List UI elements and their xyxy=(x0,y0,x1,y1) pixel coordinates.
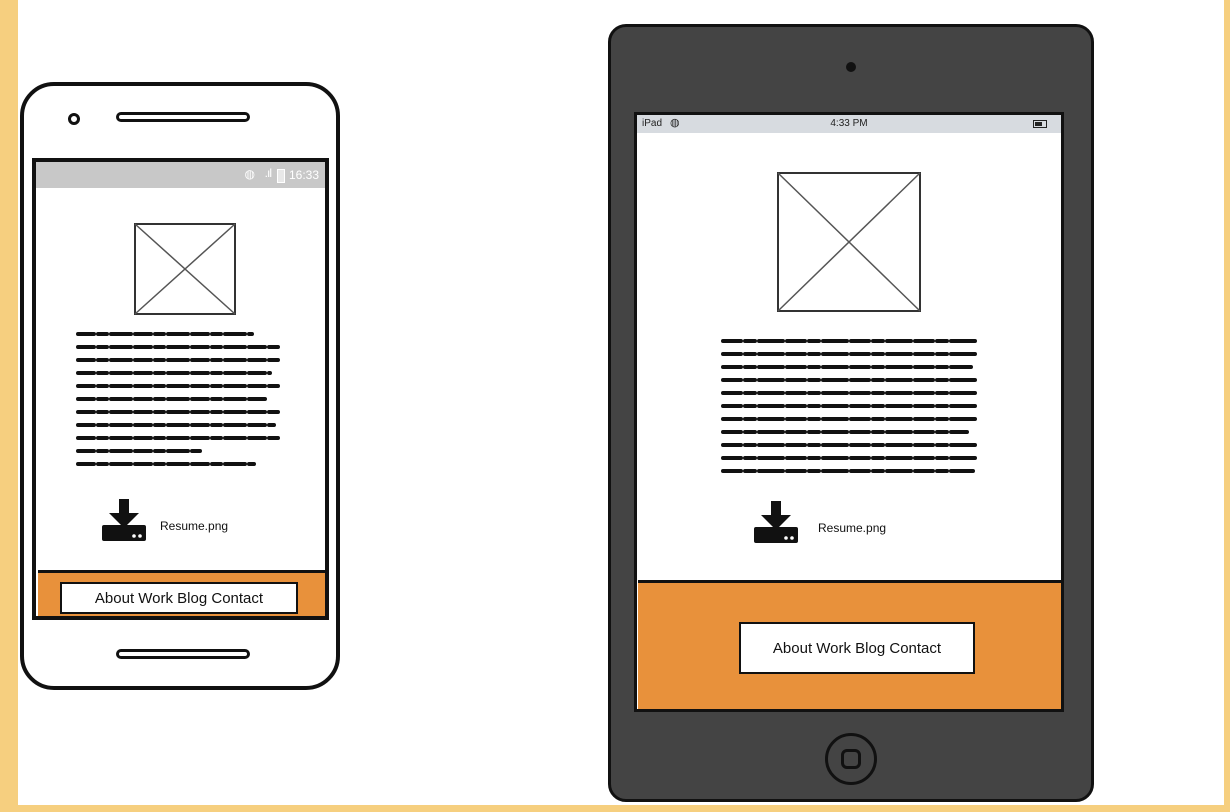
phone-status-bar: ◍ .ıl 16:33 xyxy=(36,162,325,188)
phone-status-time: 16:33 xyxy=(288,168,319,182)
download-icon xyxy=(102,499,146,541)
phone-speaker xyxy=(116,112,250,122)
tablet-screen: iPad ◍ 4:33 PM Resume.png About Work Blo… xyxy=(634,112,1064,712)
placeholder-text-block xyxy=(76,332,280,466)
home-button-inner xyxy=(841,749,861,769)
image-placeholder-icon xyxy=(134,223,236,315)
tablet-camera-icon xyxy=(846,62,856,72)
signal-icon: .ıl xyxy=(264,166,272,180)
image-placeholder-icon xyxy=(777,172,921,312)
placeholder-text-block xyxy=(721,339,981,473)
phone-home-bar xyxy=(116,649,250,659)
phone-screen: ◍ .ıl 16:33 Resume.png About Work Blog C… xyxy=(32,158,329,620)
phone-nav-bar: About Work Blog Contact xyxy=(38,570,325,616)
nav-button[interactable]: About Work Blog Contact xyxy=(739,622,975,674)
phone-camera-icon xyxy=(68,113,80,125)
battery-icon xyxy=(277,169,285,183)
file-label[interactable]: Resume.png xyxy=(160,519,228,533)
wifi-icon: ◍ xyxy=(244,167,255,181)
tablet-status-time: 4:33 PM xyxy=(830,118,868,129)
file-label[interactable]: Resume.png xyxy=(818,521,886,535)
tablet-nav-bar: About Work Blog Contact xyxy=(638,580,1061,709)
download-icon xyxy=(754,501,798,543)
home-button-icon[interactable] xyxy=(825,733,877,785)
canvas-background: ◍ .ıl 16:33 Resume.png About Work Blog C… xyxy=(0,0,1230,812)
battery-icon xyxy=(1033,120,1047,128)
tablet-status-bar: iPad ◍ 4:33 PM xyxy=(637,115,1061,133)
nav-button[interactable]: About Work Blog Contact xyxy=(60,582,298,614)
